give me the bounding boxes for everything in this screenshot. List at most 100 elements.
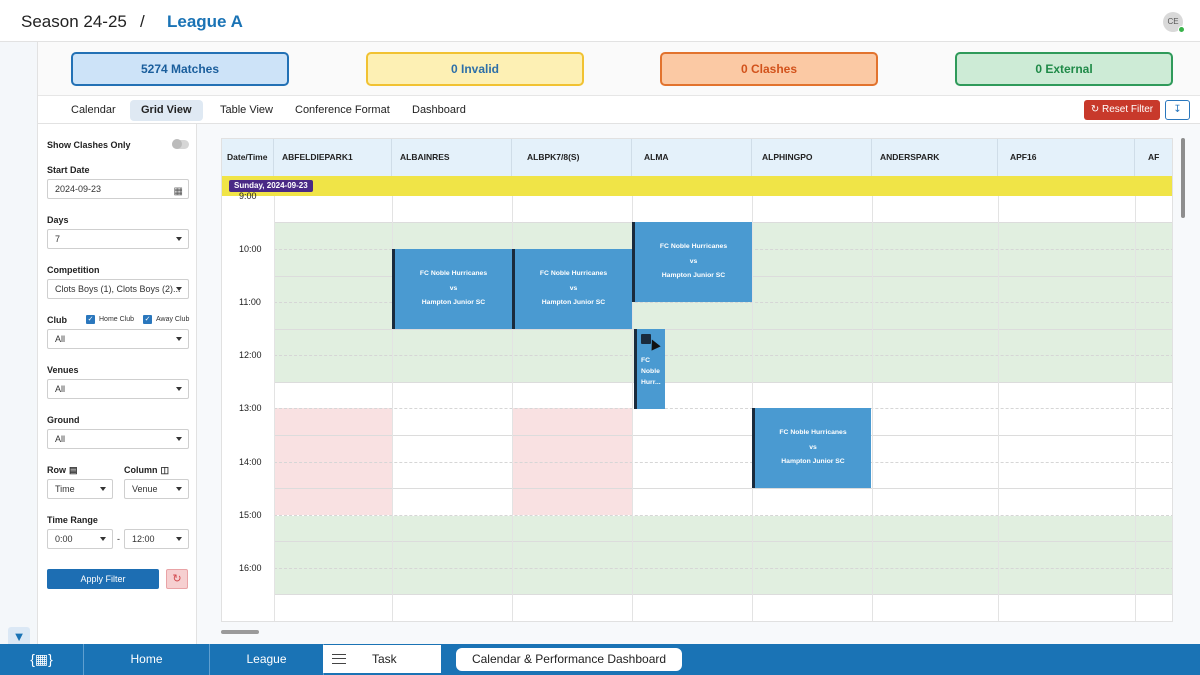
time-range-separator: -	[117, 534, 120, 544]
nav-dashboard[interactable]: Calendar & Performance Dashboard	[456, 648, 682, 671]
show-clashes-toggle[interactable]	[172, 139, 189, 149]
hour-line	[274, 382, 1172, 383]
days-label: Days	[47, 215, 69, 225]
venue-header[interactable]: AF	[1135, 139, 1172, 176]
clashes-card[interactable]: 0 Clashes	[660, 52, 878, 86]
match-block[interactable]: FC Noble Hurricanes vs Hampton Junior SC	[632, 222, 752, 302]
external-card[interactable]: 0 External	[955, 52, 1173, 86]
summary-bar: 5274 Matches 0 Invalid 0 Clashes 0 Exter…	[38, 42, 1200, 96]
venue-header[interactable]: ALBAINRES	[392, 139, 512, 176]
reset-filter-button[interactable]: ↻ Reset Filter	[1084, 100, 1160, 120]
show-clashes-label: Show Clashes Only	[47, 140, 131, 150]
column-label: Column ◫	[124, 465, 169, 476]
time-label: 9:00	[239, 191, 257, 201]
match-block[interactable]: FC Noble Hurricanes vs Hampton Junior SC	[392, 249, 512, 329]
time-label: 11:00	[239, 297, 261, 307]
refresh-icon[interactable]: ↻	[166, 569, 188, 589]
away-club-checkbox[interactable]: ✓	[143, 315, 152, 324]
breadcrumb-season[interactable]: Season 24-25	[21, 12, 127, 32]
reset-filter-label: Reset Filter	[1102, 104, 1154, 115]
venue-header[interactable]: ABFELDIEPARK1	[274, 139, 392, 176]
half-hour-line	[274, 515, 1172, 516]
nav-league[interactable]: League	[210, 644, 324, 675]
competition-select[interactable]: Clots Boys (1), Clots Boys (2)...	[47, 279, 189, 299]
start-date-field[interactable]: 2024-09-23 ▦	[47, 179, 189, 199]
left-rail: ▼	[0, 42, 38, 671]
tab-grid-view[interactable]: Grid View	[130, 100, 203, 121]
half-hour-line	[274, 408, 1172, 409]
time-to-value: 12:00	[132, 534, 155, 544]
row-label-text: Row	[47, 465, 66, 475]
match-block[interactable]: FC Noble Hurricanes vs Hampton Junior SC	[752, 408, 871, 488]
venue-header[interactable]: ALPHINGPO	[752, 139, 872, 176]
time-from-select[interactable]: 0:00	[47, 529, 113, 549]
ground-label: Ground	[47, 415, 80, 425]
venue-header[interactable]: ALBPK7/8(S)	[512, 139, 632, 176]
time-label: 13:00	[239, 403, 262, 413]
match-block-dragging[interactable]: FC Noble Hurr...	[634, 329, 665, 409]
match-home-team-truncated: Noble	[641, 368, 660, 375]
column-label-text: Column	[124, 465, 158, 475]
competition-label: Competition	[47, 265, 100, 275]
venue-header[interactable]: APF16	[998, 139, 1135, 176]
nav-home[interactable]: Home	[84, 644, 210, 675]
venue-header[interactable]: ANDERSPARK	[872, 139, 998, 176]
time-label: 10:00	[239, 244, 262, 254]
bottom-nav: {▦} Home League Task Calendar & Performa…	[0, 644, 1200, 675]
online-status-dot	[1178, 26, 1185, 33]
apply-filter-button[interactable]: Apply Filter	[47, 569, 159, 589]
matches-card[interactable]: 5274 Matches	[71, 52, 289, 86]
invalid-card[interactable]: 0 Invalid	[366, 52, 584, 86]
download-icon[interactable]: ↧	[1165, 100, 1190, 120]
tab-table-view[interactable]: Table View	[209, 100, 284, 121]
club-value: All	[55, 334, 66, 344]
column-divider	[274, 196, 275, 621]
days-value: 7	[55, 234, 61, 244]
breadcrumb-league[interactable]: League A	[167, 12, 243, 32]
club-select[interactable]: All	[47, 329, 189, 349]
horizontal-scrollbar[interactable]	[221, 630, 259, 634]
ground-select[interactable]: All	[47, 429, 189, 449]
available-slot-band	[274, 516, 1172, 595]
cursor-icon	[647, 337, 661, 351]
club-label: Club	[47, 315, 67, 325]
chevron-down-icon	[176, 237, 182, 241]
column-select[interactable]: Venue	[124, 479, 189, 499]
match-block[interactable]: FC Noble Hurricanes vs Hampton Junior SC	[512, 249, 632, 329]
time-range-label: Time Range	[47, 515, 98, 525]
nav-task[interactable]: Task	[323, 645, 441, 673]
time-to-select[interactable]: 12:00	[124, 529, 189, 549]
hour-line	[274, 488, 1172, 489]
time-label: 16:00	[239, 563, 262, 573]
vertical-scrollbar[interactable]	[1181, 138, 1185, 218]
match-away-team: Hampton Junior SC	[541, 299, 606, 307]
nav-task-label: Task	[372, 652, 397, 666]
tab-conference-format[interactable]: Conference Format	[284, 100, 401, 121]
time-from-value: 0:00	[55, 534, 73, 544]
column-divider	[998, 196, 999, 621]
row-select[interactable]: Time	[47, 479, 113, 499]
tab-dashboard[interactable]: Dashboard	[401, 100, 477, 121]
filter-panel: Show Clashes Only Start Date 2024-09-23 …	[38, 124, 197, 644]
time-label: 12:00	[239, 350, 262, 360]
chevron-down-icon	[176, 337, 182, 341]
schedule-grid: Date/Time ABFELDIEPARK1 ALBAINRES ALBPK7…	[221, 138, 1173, 622]
calendar-icon[interactable]: {▦}	[0, 644, 84, 675]
days-select[interactable]: 7	[47, 229, 189, 249]
chevron-down-icon	[176, 487, 182, 491]
venue-header[interactable]: ALMA	[632, 139, 752, 176]
home-club-checkbox[interactable]: ✓	[86, 315, 95, 324]
tab-calendar[interactable]: Calendar	[60, 100, 127, 121]
venues-select[interactable]: All	[47, 379, 189, 399]
column-divider	[1135, 196, 1136, 621]
hour-line	[274, 435, 1172, 436]
match-vs: vs	[449, 284, 458, 292]
match-home-team: FC Noble Hurricanes	[419, 270, 488, 278]
menu-icon	[332, 654, 346, 664]
rows-icon: ▤	[69, 465, 78, 475]
view-tabs: Calendar Grid View Table View Conference…	[38, 96, 1200, 124]
calendar-icon[interactable]: ▦	[174, 183, 183, 201]
home-club-label: Home Club	[99, 316, 135, 323]
match-vs: vs	[569, 284, 578, 292]
columns-icon: ◫	[160, 465, 170, 475]
